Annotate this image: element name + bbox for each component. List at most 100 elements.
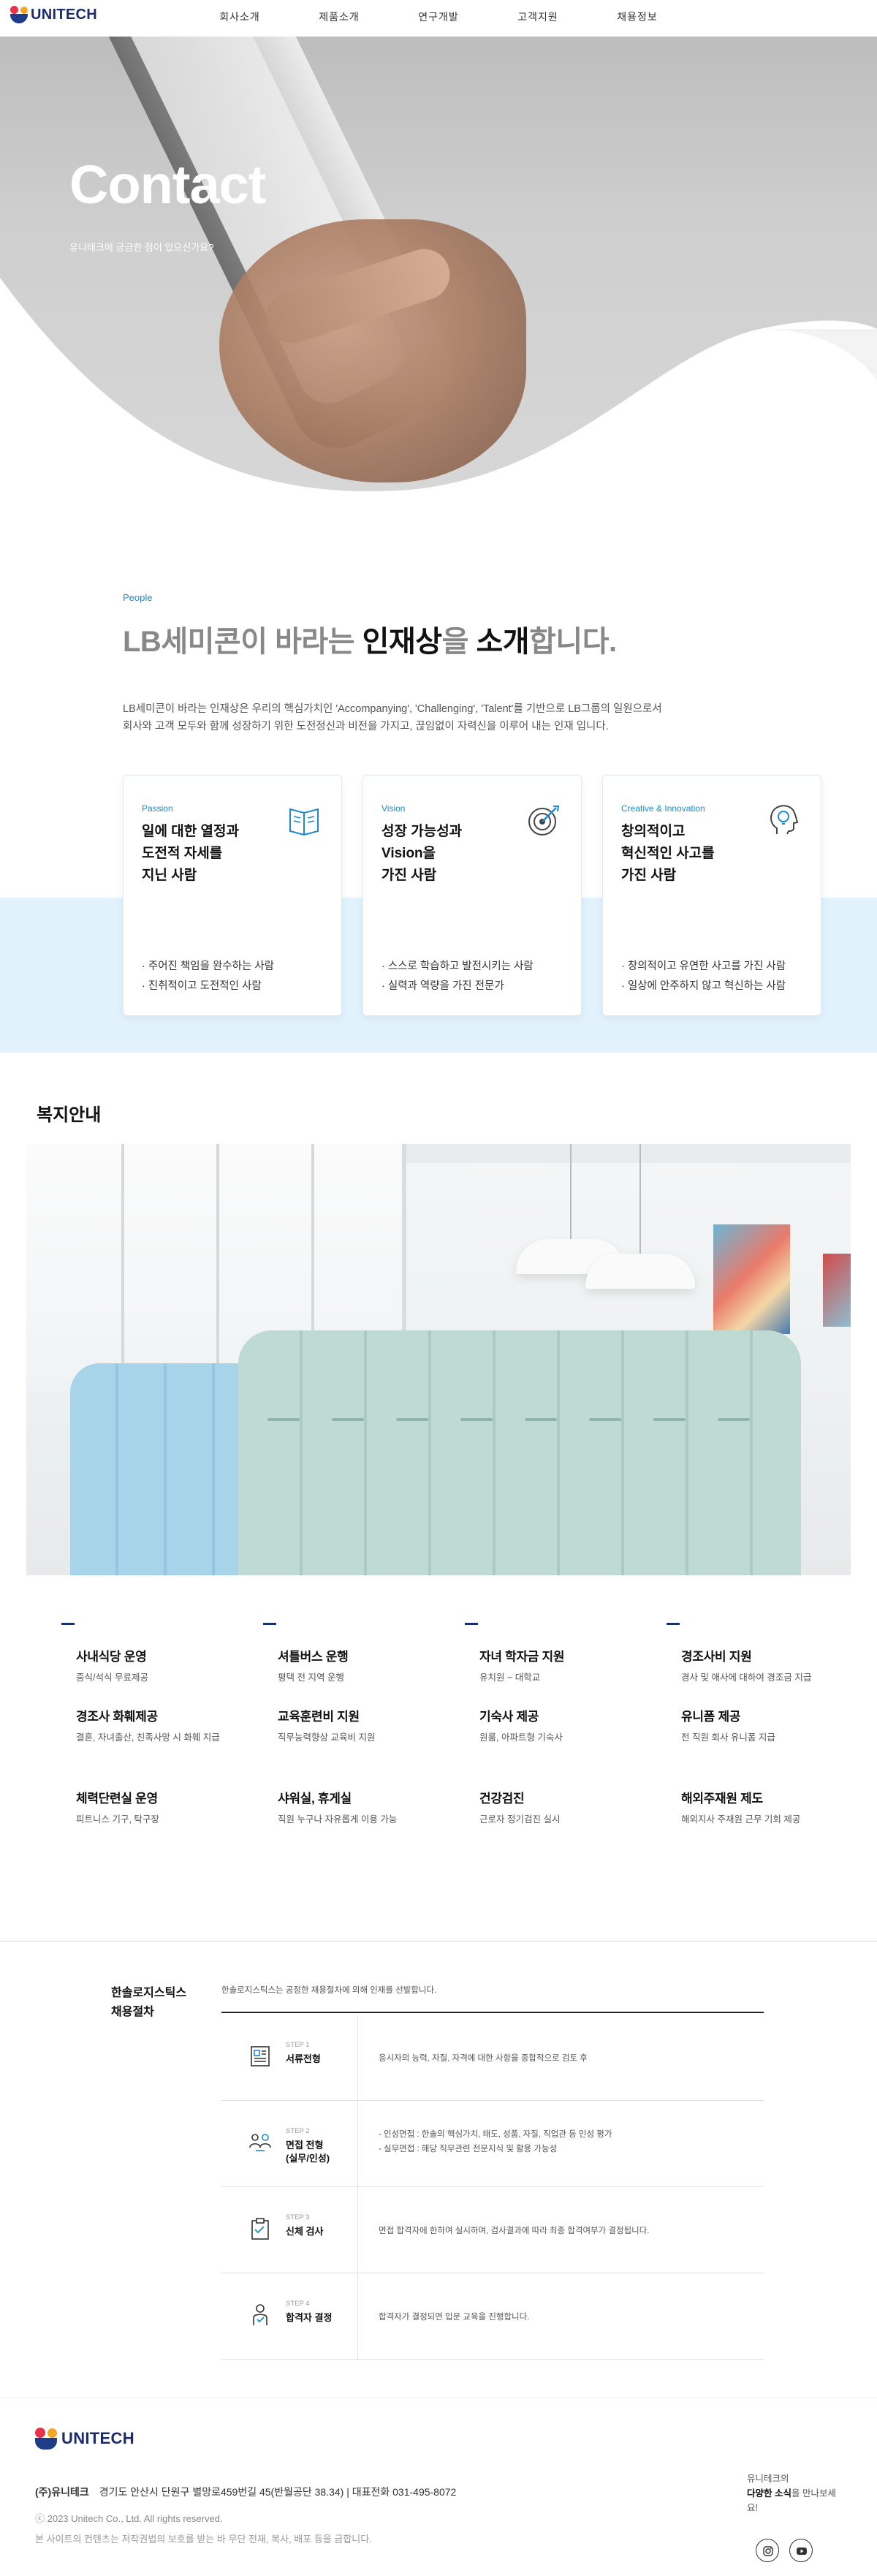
recruit-step: STEP 2 면접 전형 (실무/인성) - 인성면접 : 한솔의 핵심가치, … xyxy=(221,2101,764,2187)
footer-tel: 대표전화 031-495-8072 xyxy=(352,2486,457,2498)
step-number: STEP 3 xyxy=(286,2213,310,2221)
step-desc-line: 합격자가 결정되면 입문 교육을 진행합니다. xyxy=(379,2313,530,2322)
welfare-item: 경조사비 지원경사 및 애사에 대하여 경조금 지급 xyxy=(667,1623,868,1683)
recruit-lead: 한솔로지스틱스는 공정한 채용절차에 의해 인재를 선발합니다. xyxy=(221,1986,437,1995)
green-booth xyxy=(238,1330,801,1575)
clipboard-icon xyxy=(251,2218,269,2240)
welfare-item-desc: 원룸, 아파트형 기숙사 xyxy=(479,1732,563,1743)
hero-title: Contact xyxy=(69,154,266,215)
book-icon xyxy=(289,808,319,836)
people-title-pre: LB세미콘이 바라는 xyxy=(123,626,362,658)
card-list-item: 창의적이고 유연한 사고를 가진 사람 xyxy=(621,957,786,977)
card-title: 성장 가능성과 Vision을 가진 사람 xyxy=(381,824,463,883)
welfare-item-title: 교육훈련비 지원 xyxy=(278,1710,360,1724)
target-icon xyxy=(528,806,560,836)
welfare-item-desc: 평택 전 지역 운행 xyxy=(278,1672,344,1683)
welfare-item-desc: 직원 누구나 자유롭게 이용 가능 xyxy=(278,1814,398,1825)
step-divider xyxy=(357,2015,358,2101)
welfare-item-title: 경조사비 지원 xyxy=(681,1650,752,1664)
step-desc-line: 면접 합격자에 한하여 실시하며, 검사결과에 따라 최종 합격여부가 결정됩니… xyxy=(379,2227,650,2235)
welfare-item: 건강검진 근로자 정기검진 실시 xyxy=(465,1787,667,1846)
welfare-item: 유니폼 제공 전 직원 회사 유니폼 지급 xyxy=(667,1705,868,1765)
recruit-step: STEP 1 서류전형 응시자의 능력, 자질, 자격에 대한 사항을 종합적으… xyxy=(221,2015,764,2101)
pendant-lamp xyxy=(585,1254,695,1289)
people-eyebrow: People xyxy=(123,592,153,603)
welfare-item-bar xyxy=(263,1623,276,1625)
nav-item-recruit[interactable]: 채용정보 xyxy=(588,10,687,24)
step-desc: 응시자의 능력, 자질, 자격에 대한 사항을 종합적으로 검토 후 xyxy=(379,2051,588,2066)
youtube-icon[interactable] xyxy=(789,2539,813,2562)
welfare-item-desc: 경사 및 애사에 대하여 경조금 지급 xyxy=(681,1672,812,1683)
card-list-item: 스스로 학습하고 발전시키는 사람 xyxy=(381,957,534,977)
welfare-item-title: 유니폼 제공 xyxy=(681,1710,741,1724)
instagram-icon[interactable] xyxy=(756,2539,779,2562)
welfare-item-bar xyxy=(667,1623,680,1625)
recruit-steps: STEP 1 서류전형 응시자의 능력, 자질, 자격에 대한 사항을 종합적으… xyxy=(221,2015,764,2360)
step-desc-line: 응시자의 능력, 자질, 자격에 대한 사항을 종합적으로 검토 후 xyxy=(379,2054,588,2063)
footer-notice: 본 사이트의 컨텐츠는 저작권법의 보호를 받는 바 무단 전재, 복사, 배포… xyxy=(35,2534,372,2545)
card-list-item: 일상에 안주하지 않고 혁신하는 사람 xyxy=(621,977,786,996)
step-desc: 면접 합격자에 한하여 실시하며, 검사결과에 따라 최종 합격여부가 결정됩니… xyxy=(379,2224,650,2238)
card-title: 일에 대한 열정과 도전적 자세를 지닌 사람 xyxy=(142,824,239,883)
site-header: UNITECH 회사소개 제품소개 연구개발 고객지원 채용정보 xyxy=(0,0,877,37)
step-number: STEP 1 xyxy=(286,2041,310,2049)
step-title: 면접 전형 (실무/인성) xyxy=(286,2140,330,2164)
step-desc: - 인성면접 : 한솔의 핵심가치, 태도, 성품, 자질, 직업관 등 인성 … xyxy=(379,2127,612,2156)
card-list-item: 실력과 역량을 가진 전문가 xyxy=(381,977,534,996)
welfare-item-title: 샤워실, 휴게실 xyxy=(278,1792,352,1806)
footer-tagline: 유니테크의 다양한 소식을 만나보세요! xyxy=(747,2471,842,2515)
welfare-item: 샤워실, 휴게실직원 누구나 자유롭게 이용 가능 xyxy=(263,1787,465,1846)
welfare-item-title: 셔틀버스 운행 xyxy=(278,1650,349,1664)
people-desc-line-1: LB세미콘이 바라는 인재상은 우리의 핵심가치인 'Accompanying'… xyxy=(123,703,662,715)
logo-text: UNITECH xyxy=(31,6,97,23)
footer-tag-strong: 다양한 소식 xyxy=(747,2488,791,2499)
welfare-item-desc: 유치원 ~ 대학교 xyxy=(479,1672,541,1683)
document-icon xyxy=(251,2046,270,2067)
people-title: LB세미콘이 바라는 인재상을 소개합니다. xyxy=(123,618,617,660)
step-desc-line: - 실무면접 : 해당 직무관련 전문지식 및 활용 가능성 xyxy=(379,2145,558,2153)
welfare-item: 기숙사 제공 원룸, 아파트형 기숙사 xyxy=(465,1705,667,1765)
people-card-passion: Passion 일에 대한 열정과 도전적 자세를 지닌 사람 주어진 책임을 … xyxy=(123,775,342,1016)
recruit-step: STEP 3 신체 검사 면접 합격자에 한하여 실시하며, 검사결과에 따라 … xyxy=(221,2187,764,2273)
welfare-list: 사내식당 운영 중식/석식 무료제공 셔틀버스 운행 평택 전 지역 운행 자녀 학… xyxy=(61,1623,868,1846)
welfare-item-desc: 피트니스 기구, 탁구장 xyxy=(76,1814,159,1825)
nav-item-rnd[interactable]: 연구개발 xyxy=(389,10,488,24)
footer-address: (주)유니테크 경기도 안산시 단원구 별망로459번길 45(반월공단 38.3… xyxy=(35,2486,457,2498)
recruit-title-line-2: 채용절차 xyxy=(111,2006,154,2018)
step-title: 신체 검사 xyxy=(286,2226,324,2237)
step-divider xyxy=(357,2101,358,2187)
people-title-mid: 을 xyxy=(441,626,477,658)
welfare-item-title: 자녀 학자금 지원 xyxy=(479,1650,565,1664)
lamp-cord xyxy=(570,1144,572,1240)
hero-subtitle: 유니테크에 궁금한 점이 있으신가요? xyxy=(69,242,214,253)
welfare-item-title: 해외주재원 제도 xyxy=(681,1792,763,1806)
lightbulb-head-icon xyxy=(770,805,799,835)
welfare-item: 체력단련실 운영 피트니스 기구, 탁구장 xyxy=(61,1787,263,1846)
welfare-item-bar xyxy=(61,1623,75,1625)
welfare-item-desc: 결혼, 자녀출산, 친족사망 시 화훼 지급 xyxy=(76,1732,220,1743)
office-photo xyxy=(26,1144,851,1575)
card-key: Passion xyxy=(142,803,173,814)
nav-item-support[interactable]: 고객지원 xyxy=(488,10,588,24)
recruit-title: 한솔로지스틱스 채용절차 xyxy=(111,1984,186,2022)
welfare-title: 복지안내 xyxy=(37,1105,102,1125)
welfare-item-title: 사내식당 운영 xyxy=(76,1650,147,1664)
people-section: People LB세미콘이 바라는 인재상을 소개합니다. LB세미콘이 바라는… xyxy=(0,526,877,1053)
people-cards: Passion 일에 대한 열정과 도전적 자세를 지닌 사람 주어진 책임을 … xyxy=(123,775,821,1016)
step-desc: 합격자가 결정되면 입문 교육을 진행합니다. xyxy=(379,2310,529,2325)
welfare-item-desc: 직무능력향상 교육비 지원 xyxy=(278,1732,376,1743)
footer-logo[interactable]: UNITECH xyxy=(35,2428,134,2450)
card-list: 스스로 학습하고 발전시키는 사람 실력과 역량을 가진 전문가 xyxy=(381,957,534,996)
nav-item-company[interactable]: 회사소개 xyxy=(190,10,289,24)
people-icon xyxy=(249,2134,271,2151)
recruit-step: STEP 4 합격자 결정 합격자가 결정되면 입문 교육을 진행합니다. xyxy=(221,2273,764,2360)
welfare-item: 해외주재원 제도 해외지사 주재원 근무 기회 제공 xyxy=(667,1787,868,1846)
main-nav: 회사소개 제품소개 연구개발 고객지원 채용정보 xyxy=(190,10,687,24)
nav-item-products[interactable]: 제품소개 xyxy=(289,10,389,24)
person-check-icon xyxy=(253,2304,267,2325)
card-list-item: 주어진 책임을 완수하는 사람 xyxy=(142,957,274,977)
site-logo[interactable]: UNITECH xyxy=(10,6,97,23)
step-divider xyxy=(357,2187,358,2273)
hero-banner: Contact 유니테크에 궁금한 점이 있으신가요? xyxy=(0,37,877,526)
welfare-item: 경조사 화훼제공 결혼, 자녀출산, 친족사망 시 화훼 지급 xyxy=(61,1705,263,1765)
